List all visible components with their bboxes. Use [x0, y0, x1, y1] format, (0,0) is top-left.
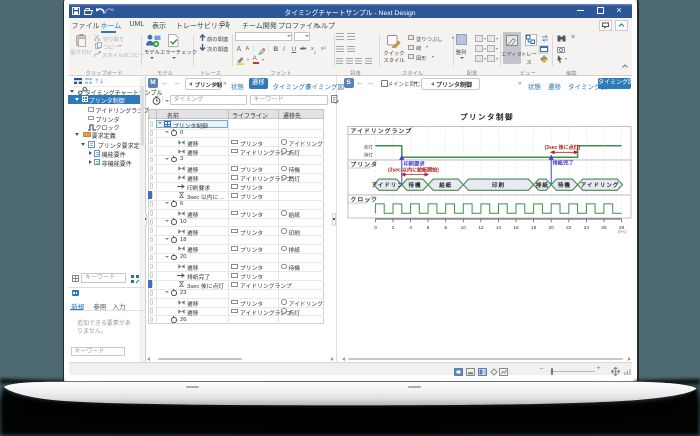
svg-text:0: 0	[374, 225, 377, 231]
svg-text:20: 20	[549, 225, 555, 231]
svg-text:アイドリング: アイドリング	[581, 181, 620, 189]
svg-text:アイドリングランプ: アイドリングランプ	[351, 127, 413, 135]
svg-text:8: 8	[444, 225, 447, 231]
svg-text:24: 24	[584, 225, 590, 231]
svg-text:点灯: 点灯	[363, 143, 373, 150]
svg-text:18: 18	[531, 225, 537, 231]
svg-text:プリンタ: プリンタ	[351, 161, 379, 169]
svg-text:(3sec 後に点灯): (3sec 後に点灯)	[545, 144, 581, 151]
svg-text:26: 26	[601, 225, 607, 231]
svg-text:10: 10	[461, 225, 467, 231]
svg-text:印刷要求: 印刷要求	[404, 160, 426, 168]
svg-text:消灯: 消灯	[363, 152, 373, 159]
svg-text:2: 2	[392, 225, 395, 231]
svg-text:クロック: クロック	[351, 196, 379, 204]
svg-text:給紙: 給紙	[439, 181, 452, 189]
svg-text:待機: 待機	[408, 181, 421, 189]
svg-text:4: 4	[409, 225, 412, 231]
svg-text:プリンタ制御: プリンタ制御	[460, 112, 514, 122]
svg-text:印刷: 印刷	[492, 181, 505, 189]
svg-text:アイドリン: アイドリン	[372, 182, 404, 189]
svg-text:(3sec 以内に給紙開始): (3sec 以内に給紙開始)	[388, 167, 439, 174]
svg-text:6: 6	[427, 225, 430, 231]
svg-text:排紙完了: 排紙完了	[553, 159, 574, 167]
svg-text:[sec]: [sec]	[618, 229, 626, 234]
svg-text:排紙: 排紙	[536, 181, 549, 189]
svg-text:待機: 待機	[558, 181, 571, 189]
svg-text:12: 12	[478, 225, 484, 231]
svg-text:22: 22	[566, 225, 572, 231]
svg-text:16: 16	[513, 225, 519, 231]
svg-text:14: 14	[496, 225, 502, 231]
